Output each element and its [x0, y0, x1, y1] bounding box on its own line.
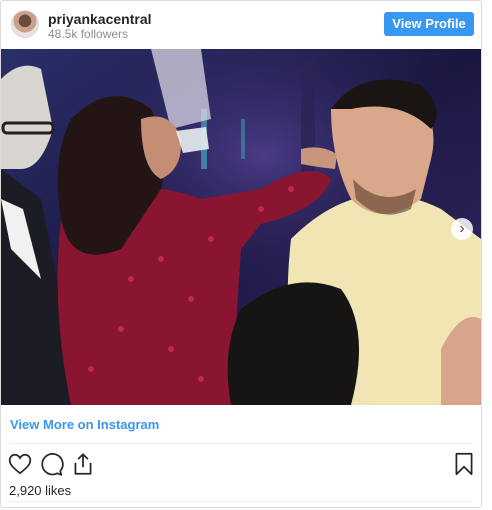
- instagram-embed-card: priyankacentral 48.5k followers View Pro…: [0, 0, 482, 508]
- like-count[interactable]: 2,920 likes: [9, 483, 71, 498]
- post-photo-illustration: [1, 49, 481, 405]
- divider: [9, 443, 473, 444]
- next-photo-icon[interactable]: ›: [451, 218, 473, 240]
- divider: [9, 501, 473, 502]
- view-profile-button[interactable]: View Profile: [384, 12, 474, 36]
- bookmark-icon[interactable]: [451, 451, 477, 477]
- share-icon[interactable]: [70, 451, 96, 477]
- heart-icon[interactable]: [7, 451, 33, 477]
- post-photo[interactable]: ›: [1, 49, 481, 405]
- post-header: priyankacentral 48.5k followers View Pro…: [1, 1, 481, 49]
- comment-icon[interactable]: [38, 451, 64, 477]
- profile-avatar[interactable]: [11, 10, 39, 38]
- view-more-link[interactable]: View More on Instagram: [10, 417, 159, 432]
- follower-count: 48.5k followers: [48, 27, 129, 41]
- profile-username[interactable]: priyankacentral: [48, 11, 152, 27]
